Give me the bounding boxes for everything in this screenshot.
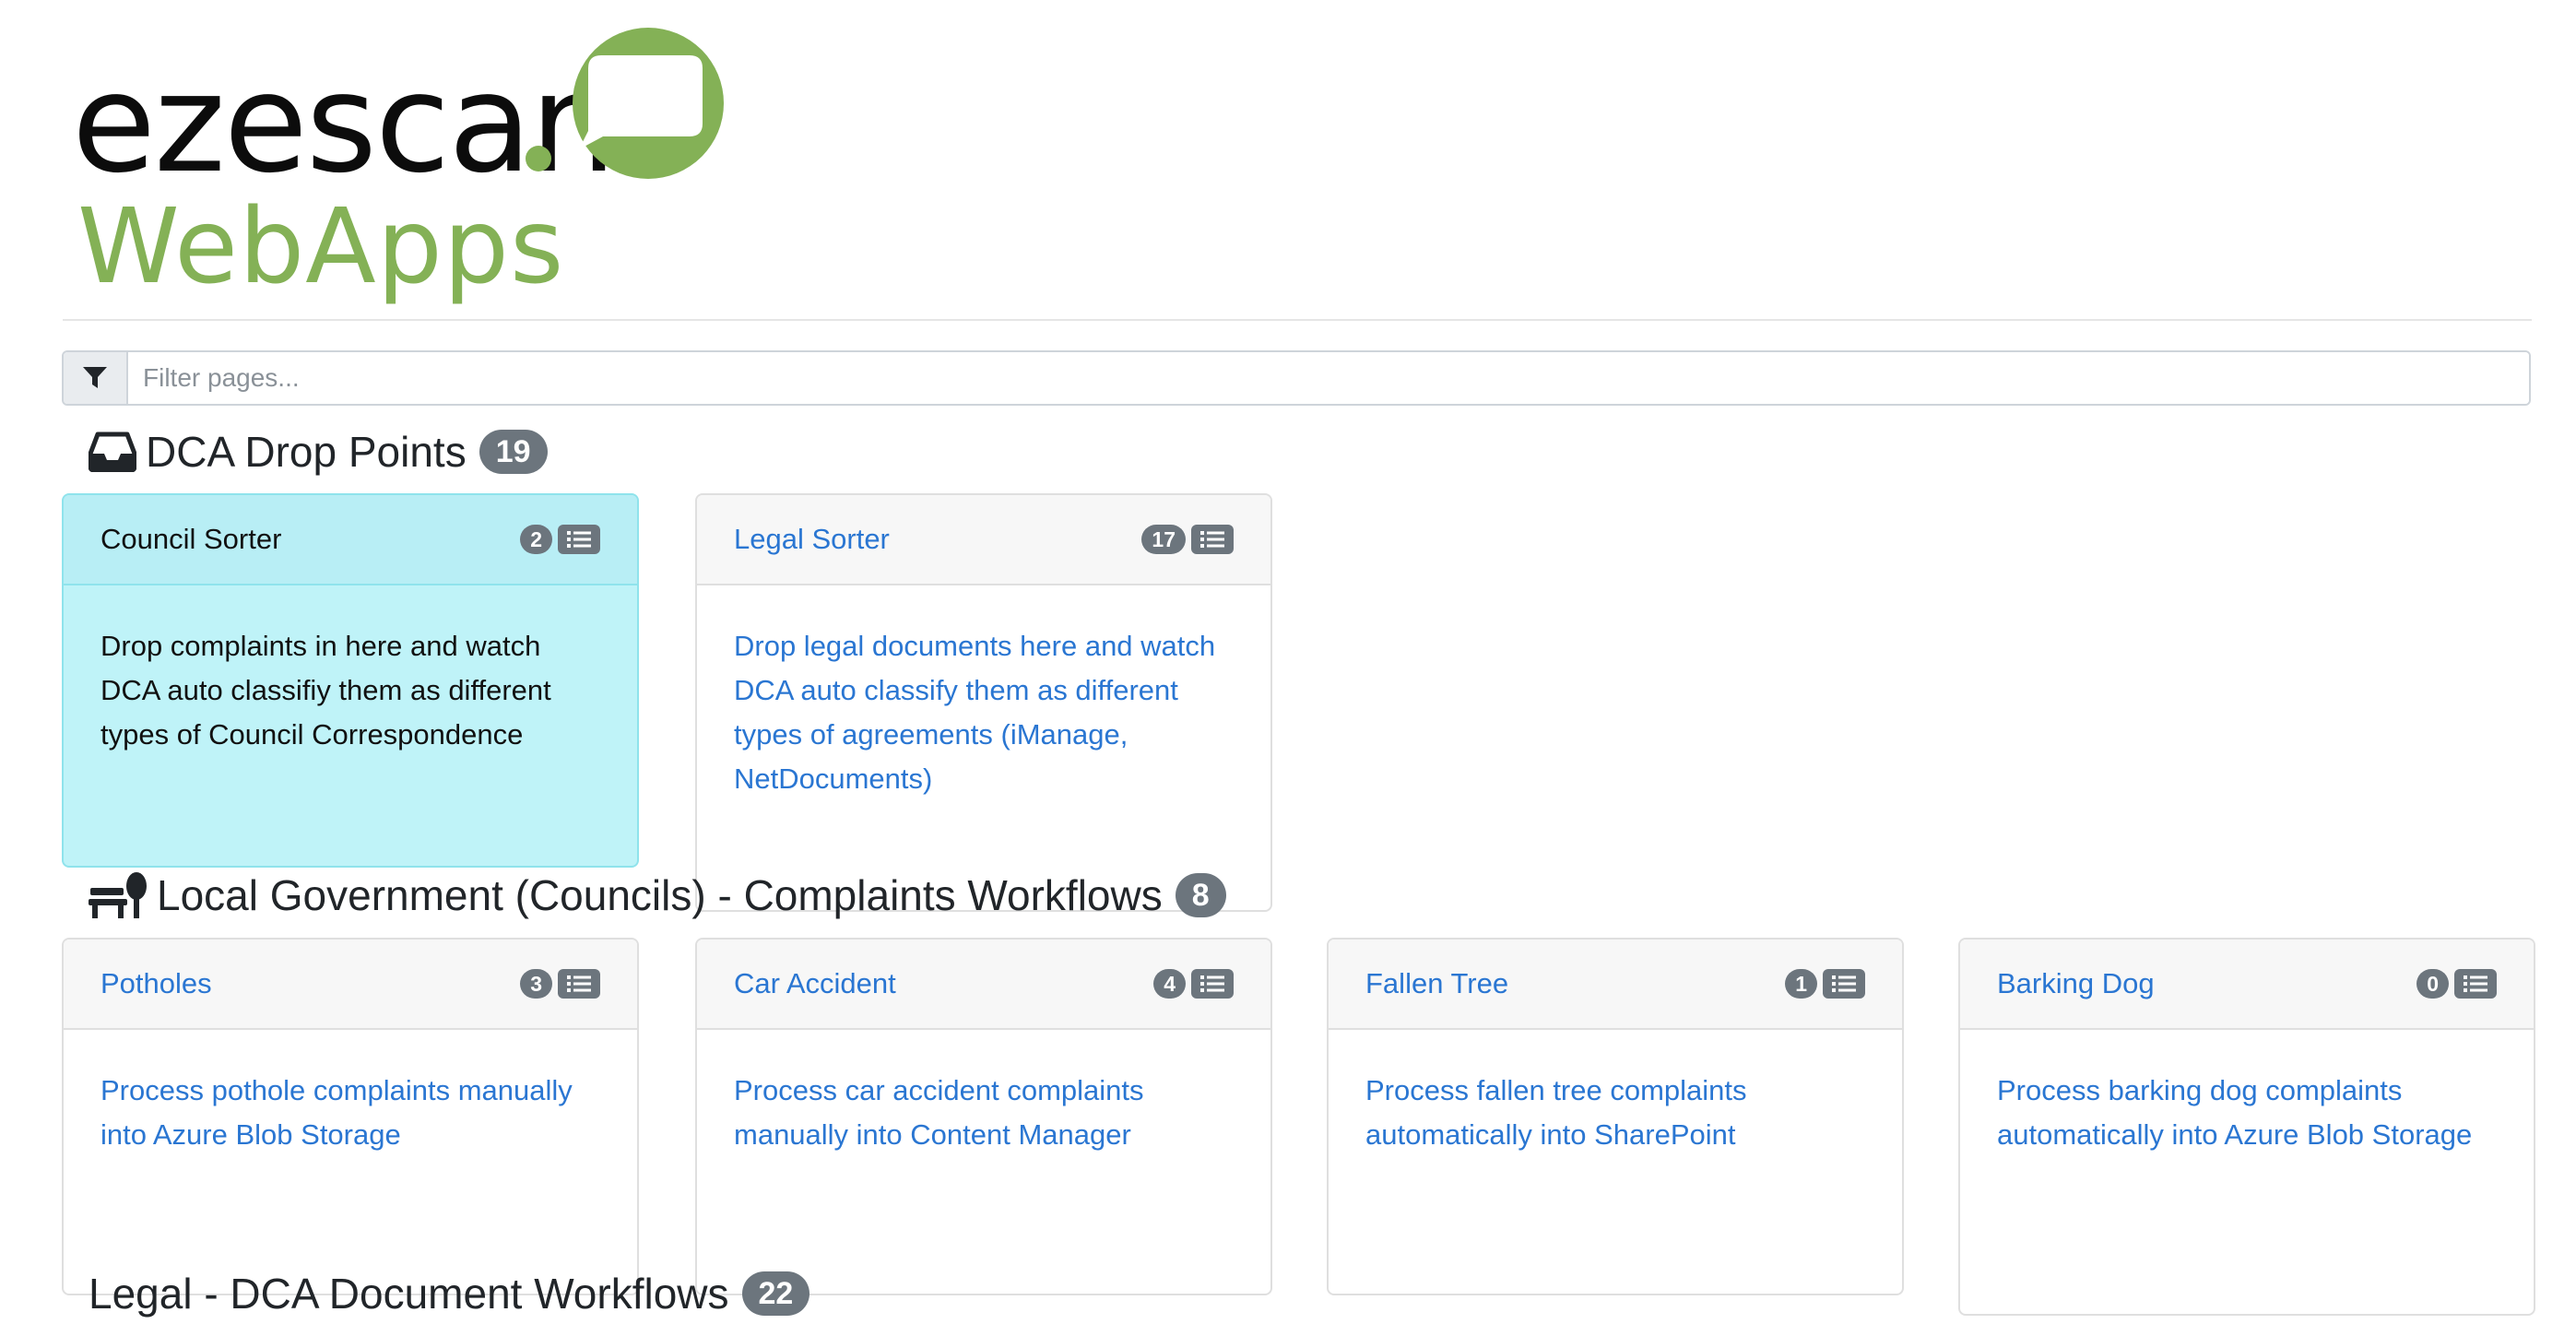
section-title-text: Local Government (Councils) - Complaints…	[157, 871, 1163, 919]
card-description: Drop complaints in here and watch DCA au…	[100, 630, 551, 751]
section-title-dca-drop-points: DCA Drop Points 19	[89, 421, 548, 482]
card-potholes[interactable]: Potholes 3 Process pothole complaints ma…	[62, 938, 639, 1295]
section-count-badge: 19	[479, 429, 548, 475]
list-icon[interactable]	[558, 525, 600, 554]
card-count-badge: 3	[520, 968, 552, 999]
card-description[interactable]: Process fallen tree complaints automatic…	[1329, 1030, 1902, 1294]
card-title[interactable]: Fallen Tree	[1365, 967, 1508, 1000]
card-title[interactable]: Barking Dog	[1997, 967, 2155, 1000]
section-count-badge: 22	[741, 1271, 810, 1317]
card-header: Barking Dog 0	[1960, 940, 2534, 1030]
inbox-icon	[89, 431, 136, 472]
card-badges: 3	[520, 968, 600, 999]
card-title[interactable]: Council Sorter	[100, 523, 281, 556]
card-description[interactable]: Process barking dog complaints automatic…	[1960, 1030, 2534, 1314]
card-badges: 0	[2416, 968, 2497, 999]
speech-bubble-icon	[526, 28, 724, 179]
card-header: Car Accident 4	[697, 940, 1270, 1030]
filter-bar	[62, 350, 2531, 406]
card-description[interactable]: Drop legal documents here and watch DCA …	[697, 585, 1270, 910]
card-header: Fallen Tree 1	[1329, 940, 1902, 1030]
card-count-badge: 2	[520, 524, 552, 555]
card-description[interactable]: Process car accident complaints manually…	[697, 1030, 1270, 1294]
logo-subtitle: WebApps	[77, 187, 565, 307]
filter-icon	[64, 352, 128, 404]
section-title-text: Legal - DCA Document Workflows	[89, 1270, 729, 1318]
list-icon[interactable]	[2454, 969, 2497, 999]
card-badges: 17	[1141, 524, 1234, 555]
card-header: Potholes 3	[64, 940, 637, 1030]
card-title[interactable]: Car Accident	[734, 967, 896, 1000]
card-count-badge: 1	[1785, 968, 1817, 999]
card-badges: 2	[520, 524, 600, 555]
card-badges: 4	[1153, 968, 1234, 999]
card-count-badge: 17	[1141, 524, 1186, 555]
card-barking-dog[interactable]: Barking Dog 0 Process barking dog compla…	[1958, 938, 2535, 1316]
list-icon[interactable]	[1191, 525, 1234, 554]
card-title[interactable]: Potholes	[100, 967, 212, 1000]
card-badges: 1	[1785, 968, 1865, 999]
list-icon[interactable]	[1191, 969, 1234, 999]
card-legal-sorter[interactable]: Legal Sorter 17 Drop legal documents her…	[695, 493, 1272, 912]
header-divider	[63, 319, 2532, 321]
card-count-badge: 0	[2416, 968, 2449, 999]
list-icon[interactable]	[558, 969, 600, 999]
section-title-legal-workflows: Legal - DCA Document Workflows 22	[89, 1263, 810, 1324]
card-header: Legal Sorter 17	[697, 495, 1270, 585]
card-count-badge: 4	[1153, 968, 1186, 999]
ezescan-webapps-logo: ezescan WebApps	[72, 20, 724, 299]
section-title-text: DCA Drop Points	[146, 428, 467, 476]
filter-pages-input[interactable]	[128, 352, 2529, 404]
card-fallen-tree[interactable]: Fallen Tree 1 Process fallen tree compla…	[1327, 938, 1904, 1295]
section-count-badge: 8	[1175, 872, 1226, 918]
section-title-local-government: Local Government (Councils) - Complaints…	[89, 865, 1226, 926]
bench-tree-icon	[89, 871, 148, 919]
card-description[interactable]: Process pothole complaints manually into…	[64, 1030, 637, 1294]
card-header: Council Sorter 2	[64, 495, 637, 585]
list-icon[interactable]	[1823, 969, 1865, 999]
card-council-sorter[interactable]: Council Sorter 2 Drop complaints in here…	[62, 493, 639, 868]
card-car-accident[interactable]: Car Accident 4 Process car accident comp…	[695, 938, 1272, 1295]
card-title[interactable]: Legal Sorter	[734, 523, 890, 556]
